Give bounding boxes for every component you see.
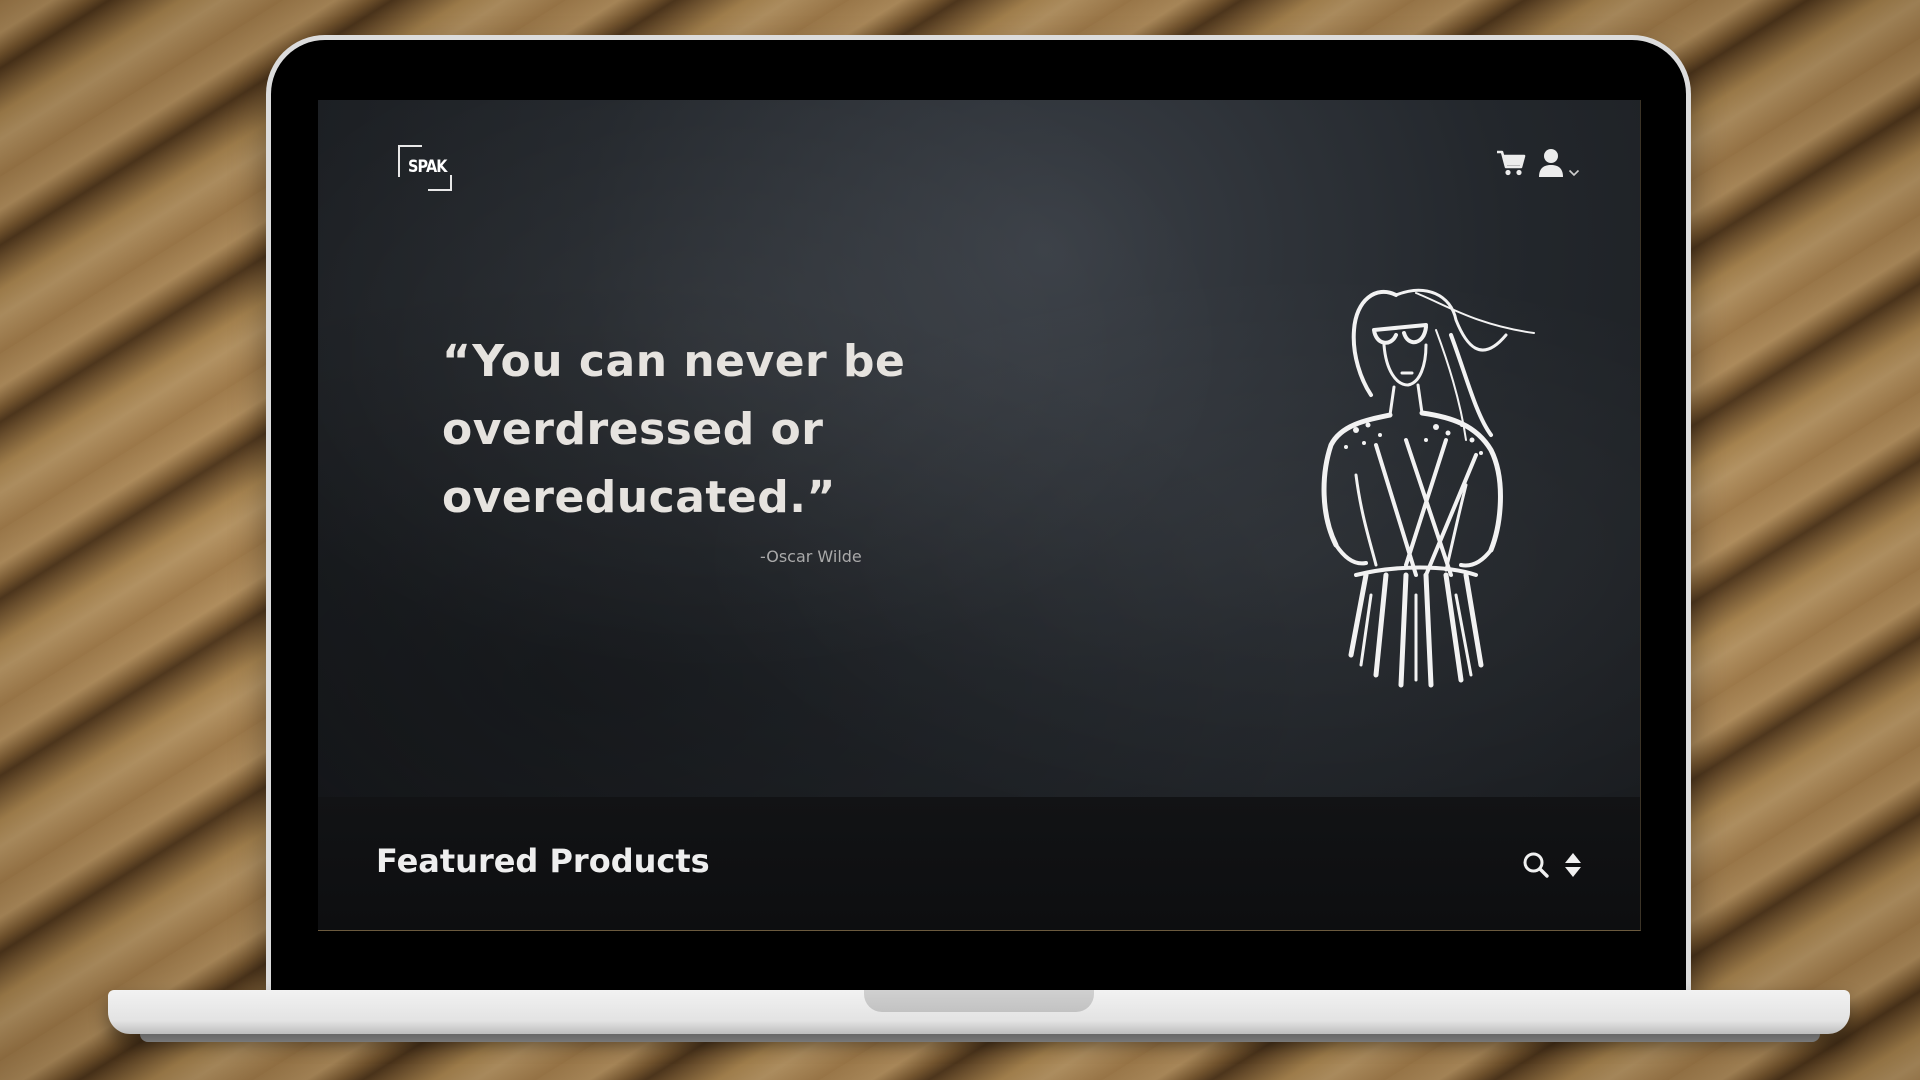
quote-line: “You can never be	[442, 336, 906, 387]
laptop-base-shadow	[140, 1034, 1820, 1042]
laptop-notch	[864, 990, 1094, 1012]
website-screen: SPAK “You can never be overdressed or ov…	[318, 100, 1641, 931]
desk-background: SPAK “You can never be overdressed or ov…	[0, 0, 1920, 1080]
user-menu[interactable]	[1538, 148, 1580, 178]
cart-icon[interactable]	[1496, 149, 1526, 177]
featured-actions	[1522, 851, 1582, 883]
quote-line: overdressed or	[442, 404, 824, 455]
user-icon	[1538, 148, 1564, 178]
featured-products-title: Featured Products	[376, 842, 710, 880]
hero-quote: “You can never be overdressed or overedu…	[442, 328, 1002, 532]
logo-text: SPAK	[408, 157, 448, 177]
logo-corner-bottom-right	[428, 175, 452, 191]
quote-line: overeducated.”	[442, 472, 836, 523]
featured-products-bar: Featured Products	[318, 797, 1640, 930]
sort-icon[interactable]	[1564, 851, 1582, 883]
quote-author: -Oscar Wilde	[760, 547, 862, 566]
search-icon[interactable]	[1522, 851, 1550, 883]
fashion-sketch-illustration	[1321, 288, 1535, 688]
laptop-base	[108, 990, 1850, 1034]
header-actions	[1496, 148, 1580, 178]
brand-logo[interactable]: SPAK	[398, 145, 452, 191]
chevron-down-icon	[1568, 168, 1580, 178]
